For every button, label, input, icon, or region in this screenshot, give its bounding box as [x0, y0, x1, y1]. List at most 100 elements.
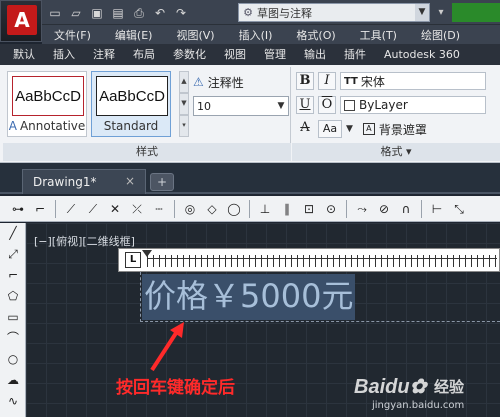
tab-plugins[interactable]: 插件 — [335, 44, 375, 65]
tab-type-button[interactable]: L — [125, 252, 141, 268]
customize-toolbar-icon[interactable]: ▾ — [434, 3, 448, 22]
text-height-value: 10 — [197, 99, 211, 113]
undo-icon[interactable]: ↶ — [151, 4, 169, 22]
baidu-logo: Baidu✿ — [354, 376, 427, 398]
line-icon[interactable]: ╱ — [0, 223, 26, 244]
snap-node-icon[interactable]: ⊙ — [321, 199, 341, 219]
background-mask-icon: A — [362, 123, 375, 135]
font-combo[interactable]: TT 宋体 — [340, 72, 486, 90]
snap-quadrant-icon[interactable]: ◇ — [202, 199, 222, 219]
menu-tools[interactable]: 工具(T) — [348, 27, 409, 43]
workspace-switcher[interactable]: ⚙ 草图与注释 ▼ — [238, 3, 430, 22]
snap-parallel-icon[interactable]: ∥ — [277, 199, 297, 219]
open-file-icon[interactable]: ▱ — [67, 4, 85, 22]
temp-track-icon[interactable]: ⊶ — [8, 199, 28, 219]
new-file-icon[interactable]: ▭ — [46, 4, 64, 22]
snap-perpendicular-icon[interactable]: ⊥ — [255, 199, 275, 219]
annotative-icon: A — [8, 119, 17, 133]
snap-nearest-icon[interactable]: ⤳ — [352, 199, 372, 219]
mtext-content[interactable]: 价格￥5000元 — [142, 274, 356, 320]
background-mask-button[interactable]: 背景遮罩 — [379, 121, 427, 138]
quick-access-toolbar: ▭ ▱ ▣ ▤ ⎙ ↶ ↷ — [46, 2, 190, 23]
dimension-linear-icon[interactable]: ⊢ — [427, 199, 447, 219]
snap-from-icon[interactable]: ⌐ — [30, 199, 50, 219]
tab-annotate[interactable]: 注释 — [84, 44, 124, 65]
menu-file[interactable]: 文件(F) — [42, 27, 103, 43]
snap-apparent-intersection-icon[interactable]: ⤫ — [127, 199, 147, 219]
tab-parametric[interactable]: 参数化 — [164, 44, 215, 65]
save-as-icon[interactable]: ▤ — [109, 4, 127, 22]
ribbon-tab-bar: 默认 插入 注释 布局 参数化 视图 管理 输出 插件 Autodesk 360 — [0, 44, 500, 65]
title-bar: A ▭ ▱ ▣ ▤ ⎙ ↶ ↷ ⚙ 草图与注释 ▼ ▾ — [0, 0, 500, 42]
bold-button[interactable]: B — [296, 72, 314, 90]
menu-draw[interactable]: 绘图(D) — [409, 27, 472, 43]
file-tab-drawing1[interactable]: Drawing1* × — [22, 169, 146, 194]
chevron-down-icon[interactable]: ▼ — [415, 4, 429, 21]
chevron-down-icon[interactable]: ▼ — [274, 101, 288, 111]
save-icon[interactable]: ▣ — [88, 4, 106, 22]
style-caption: Annotative — [19, 119, 86, 133]
italic-button[interactable]: I — [318, 72, 336, 90]
snap-none-icon[interactable]: ⊘ — [374, 199, 394, 219]
snap-insert-icon[interactable]: ⊡ — [299, 199, 319, 219]
menu-view[interactable]: 视图(V) — [164, 27, 226, 43]
scroll-up-icon[interactable]: ▲ — [179, 71, 189, 93]
spline-icon[interactable]: ∿ — [0, 391, 26, 412]
snap-tangent-icon[interactable]: ◯ — [224, 199, 244, 219]
redo-icon[interactable]: ↷ — [172, 4, 190, 22]
object-snap-toolbar: ⊶ ⌐ ⟋ ⟋ ✕ ⤫ ┄ ◎ ◇ ◯ ⊥ ∥ ⊡ ⊙ ⤳ ⊘ ∩ ⊢ ⤡ — [0, 196, 500, 222]
style-gallery-annotative[interactable]: AaBbCcD A Annotative — [7, 71, 87, 137]
style-gallery-standard[interactable]: AaBbCcD Standard — [91, 71, 171, 137]
tab-layout[interactable]: 布局 — [124, 44, 164, 65]
osnap-settings-icon[interactable]: ∩ — [396, 199, 416, 219]
viewport-controls[interactable]: [−][俯视][二维线框] — [34, 233, 135, 249]
new-tab-button[interactable]: + — [150, 173, 174, 191]
gallery-scroll[interactable]: ▲ ▼ ▾ — [179, 71, 189, 137]
construction-line-icon[interactable]: ⤢ — [0, 244, 26, 265]
polygon-icon[interactable]: ⬠ — [0, 286, 26, 307]
change-case-button[interactable]: Aa — [318, 120, 342, 138]
ribbon-panel: AaBbCcD A Annotative AaBbCcD Standard ▲ ▼… — [0, 65, 500, 163]
chevron-down-icon[interactable]: ▼ — [346, 124, 353, 134]
snap-intersection-icon[interactable]: ✕ — [105, 199, 125, 219]
tab-manage[interactable]: 管理 — [255, 44, 295, 65]
tab-default[interactable]: 默认 — [4, 44, 44, 65]
snap-extension-icon[interactable]: ┄ — [149, 199, 169, 219]
close-icon[interactable]: × — [125, 174, 135, 188]
strikethrough-button[interactable]: A — [296, 120, 314, 138]
menu-edit[interactable]: 编辑(E) — [103, 27, 165, 43]
underline-button[interactable]: U — [296, 96, 314, 114]
format-panel-title[interactable]: 格式 ▾ — [292, 143, 500, 161]
tab-output[interactable]: 输出 — [295, 44, 335, 65]
annotative-label: 注释性 — [207, 75, 244, 90]
annotative-toggle[interactable]: ⚠ 注释性 — [193, 73, 244, 91]
style-panel-title[interactable]: 样式 — [3, 143, 291, 161]
tab-autodesk-360[interactable]: Autodesk 360 — [375, 44, 469, 65]
scroll-down-icon[interactable]: ▼ — [179, 93, 189, 115]
text-height-combo[interactable]: 10 ▼ — [193, 96, 289, 116]
print-icon[interactable]: ⎙ — [130, 4, 148, 22]
workspace-label: 草图与注释 — [257, 6, 312, 20]
tab-view[interactable]: 视图 — [215, 44, 255, 65]
color-combo[interactable]: ByLayer — [340, 96, 486, 114]
revision-cloud-icon[interactable]: ☁ — [0, 370, 26, 391]
circle-icon[interactable]: ○ — [0, 349, 26, 370]
overline-button[interactable]: O — [318, 96, 336, 114]
snap-endpoint-icon[interactable]: ⟋ — [61, 199, 81, 219]
mtext-ruler[interactable]: L — [118, 248, 500, 272]
application-menu-button[interactable]: A — [0, 0, 42, 42]
snap-center-icon[interactable]: ◎ — [180, 199, 200, 219]
menu-insert[interactable]: 插入(I) — [227, 27, 285, 43]
rectangle-icon[interactable]: ▭ — [0, 307, 26, 328]
polyline-icon[interactable]: ⌐ — [0, 265, 26, 286]
gear-icon: ⚙ — [243, 6, 253, 19]
tab-insert[interactable]: 插入 — [44, 44, 84, 65]
menu-format[interactable]: 格式(O) — [284, 27, 347, 43]
snap-midpoint-icon[interactable]: ⟋ — [83, 199, 103, 219]
gallery-expand-icon[interactable]: ▾ — [179, 115, 189, 137]
arc-icon[interactable]: ⌒ — [0, 328, 26, 349]
annotation-text: 按回车键确定后 — [116, 378, 235, 398]
dimension-aligned-icon[interactable]: ⤡ — [449, 199, 469, 219]
autocad-logo-icon: A — [7, 5, 37, 35]
annotation-arrow-icon — [150, 322, 184, 372]
